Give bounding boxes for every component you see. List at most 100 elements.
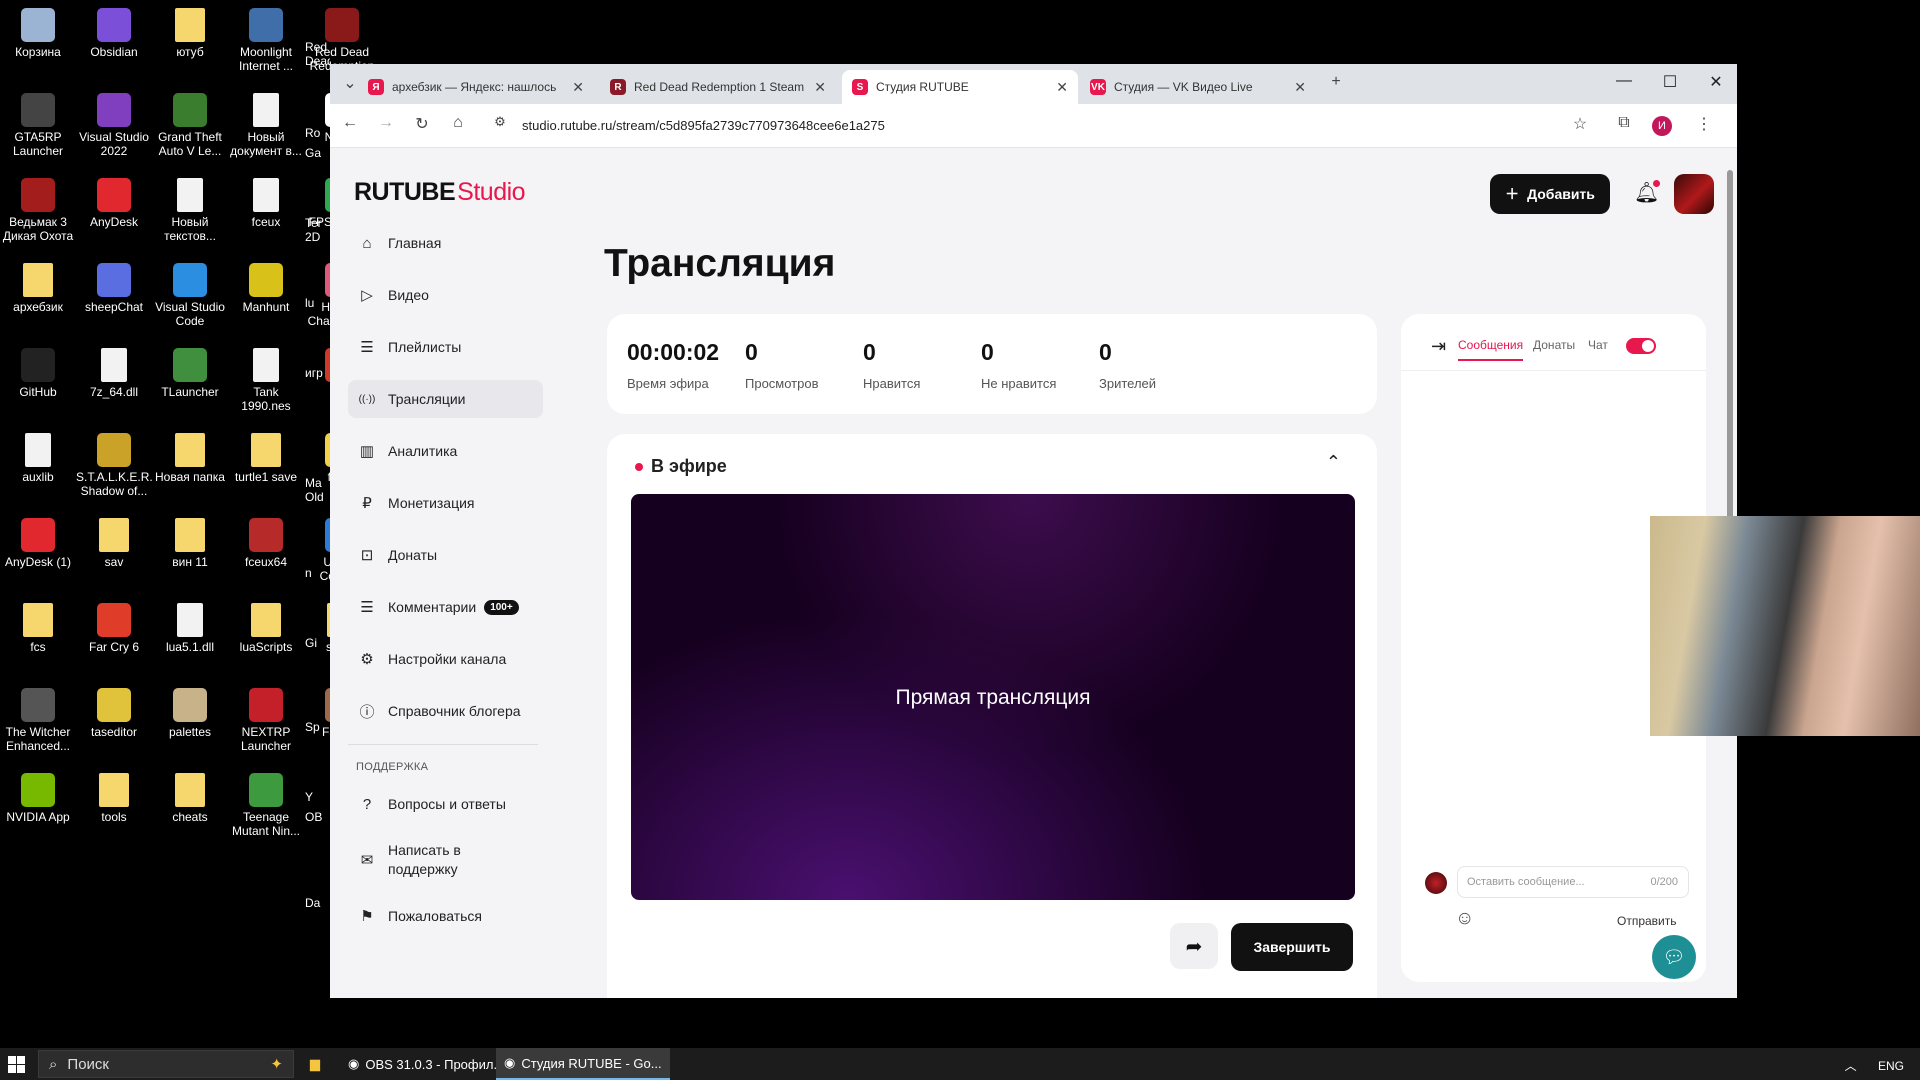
taskbar-app[interactable]: ◉ OBS 31.0.3 - Профил... [340, 1048, 512, 1080]
desktop-icon[interactable]: 7z_64.dll [76, 348, 152, 399]
site-settings-icon[interactable]: ⚙ [488, 114, 512, 130]
tab-chat[interactable]: Чат [1588, 338, 1608, 352]
browser-tab[interactable]: R Red Dead Redemption 1 Steam ✕ [600, 70, 836, 104]
desktop-icon[interactable]: luaScripts [228, 603, 304, 654]
desktop-icon[interactable]: Новый текстов... [152, 178, 228, 243]
desktop-icon[interactable]: Visual Studio Code [152, 263, 228, 328]
desktop-icon[interactable]: архебзик [0, 263, 76, 314]
bookmark-star-icon[interactable]: ☆ [1568, 114, 1592, 134]
desktop-icon[interactable]: fcs [0, 603, 76, 654]
desktop-icon[interactable]: sheepChat [76, 263, 152, 314]
sidebar-item-faq[interactable]: ? Вопросы и ответы [348, 785, 543, 823]
desktop-icon[interactable]: fceux [228, 178, 304, 229]
forward-icon[interactable]: → [374, 114, 398, 132]
back-icon[interactable]: ← [338, 114, 362, 132]
desktop-icon[interactable]: The Witcher Enhanced... [0, 688, 76, 753]
browser-tab[interactable]: S Студия RUTUBE ✕ [842, 70, 1078, 104]
add-button[interactable]: ＋ Добавить [1490, 174, 1610, 214]
desktop-icon[interactable]: GTA5RP Launcher [0, 93, 76, 158]
sidebar-item-video[interactable]: ▷ Видео [348, 276, 543, 314]
desktop-icon[interactable]: sav [76, 518, 152, 569]
taskbar-search[interactable]: ⌕ Поиск ✦ [38, 1050, 294, 1078]
taskbar-app[interactable]: ◉ Студия RUTUBE - Go... [496, 1048, 670, 1080]
desktop-icon[interactable]: palettes [152, 688, 228, 739]
sidebar-item-blogger-guide[interactable]: ⓘ Справочник блогера [348, 692, 543, 730]
desktop-icon[interactable]: cheats [152, 773, 228, 824]
browser-tab[interactable]: Яархебзик — Яндекс: нашлось ✕ [358, 70, 594, 104]
sidebar-item-playlists[interactable]: ☰ Плейлисты [348, 328, 543, 366]
desktop-icon[interactable]: auxlib [0, 433, 76, 484]
browser-menu-icon[interactable]: ⋮ [1692, 114, 1716, 134]
desktop-icon[interactable]: GitHub [0, 348, 76, 399]
sidebar-item-home[interactable]: ⌂ Главная [348, 224, 543, 262]
reload-icon[interactable]: ↻ [410, 114, 434, 134]
extensions-icon[interactable]: ⧉ [1612, 114, 1636, 132]
desktop-icon[interactable]: AnyDesk [76, 178, 152, 229]
finish-stream-button[interactable]: Завершить [1231, 923, 1353, 971]
desktop-icon[interactable]: AnyDesk (1) [0, 518, 76, 569]
desktop-icon[interactable]: вин 11 [152, 518, 228, 569]
tab-messages[interactable]: Сообщения [1458, 338, 1524, 361]
desktop-icon[interactable]: fceux64 [228, 518, 304, 569]
desktop-icon[interactable]: Новая папка [152, 433, 228, 484]
emoji-icon[interactable]: ☺ [1455, 908, 1474, 930]
desktop-icon[interactable]: Grand Theft Auto V Le... [152, 93, 228, 158]
close-tab-icon[interactable]: ✕ [1294, 79, 1306, 96]
close-window-icon[interactable]: ✕ [1704, 72, 1728, 92]
sidebar-item-write-support[interactable]: ✉ Написать в поддержку [348, 837, 543, 883]
desktop-icon[interactable]: lua5.1.dll [152, 603, 228, 654]
rutube-studio-logo[interactable]: RUTUBEStudio [354, 178, 526, 207]
sidebar-item-analytics[interactable]: ▥ Аналитика [348, 432, 543, 470]
stream-player[interactable]: Прямая трансляция [631, 494, 1355, 900]
scrollbar-thumb[interactable] [1727, 170, 1733, 520]
windows-start-icon[interactable] [8, 1056, 25, 1073]
new-tab-button[interactable]: + [1324, 73, 1348, 91]
minimize-icon[interactable]: — [1612, 72, 1636, 90]
help-chat-icon[interactable]: 💬︎ [1652, 935, 1696, 979]
desktop-icon[interactable]: Новый документ в... [228, 93, 304, 158]
language-indicator[interactable]: ENG [1878, 1059, 1904, 1073]
desktop-icon[interactable]: Manhunt [228, 263, 304, 314]
sidebar-item-channel-settings[interactable]: ⚙ Настройки канала [348, 640, 543, 678]
browser-tab[interactable]: VK Студия — VK Видео Live ✕ [1080, 70, 1316, 104]
close-tab-icon[interactable]: ✕ [814, 79, 826, 96]
collapse-chevron-up-icon[interactable]: ⌃ [1326, 452, 1341, 473]
desktop-icon[interactable]: taseditor [76, 688, 152, 739]
desktop-icon[interactable]: tools [76, 773, 152, 824]
chat-toggle[interactable] [1626, 338, 1656, 354]
tab-donations[interactable]: Донаты [1533, 338, 1575, 352]
desktop-icon[interactable]: Tank 1990.nes [228, 348, 304, 413]
channel-avatar[interactable] [1674, 174, 1714, 214]
desktop-icon[interactable]: turtle1 save [228, 433, 304, 484]
desktop-icon[interactable]: ютуб [152, 8, 228, 59]
desktop-icon[interactable]: Moonlight Internet ... [228, 8, 304, 73]
desktop-icon[interactable]: Far Cry 6 [76, 603, 152, 654]
sidebar-item-streams[interactable]: ((·)) Трансляции [348, 380, 543, 418]
desktop-icon[interactable]: TLauncher [152, 348, 228, 399]
share-button[interactable]: ➦ [1170, 923, 1218, 969]
desktop-icon[interactable]: Obsidian [76, 8, 152, 59]
home-icon[interactable]: ⌂ [446, 114, 470, 132]
desktop-icon[interactable]: NVIDIA App [0, 773, 76, 824]
sidebar-item-monetization[interactable]: ₽ Монетизация [348, 484, 543, 522]
sidebar-item-donations[interactable]: ⊡ Донаты [348, 536, 543, 574]
file-explorer-icon[interactable]: ▆ [302, 1048, 328, 1080]
desktop-icon[interactable]: Корзина [0, 8, 76, 59]
close-tab-icon[interactable]: ✕ [1056, 79, 1068, 96]
sidebar-item-report[interactable]: ⚑ Пожаловаться [348, 897, 543, 935]
tray-chevron-icon[interactable]: ︿ [1845, 1059, 1857, 1073]
sidebar-item-comments[interactable]: ☰ Комментарии 100+ [348, 588, 543, 626]
desktop-icon[interactable]: Ведьмак 3 Дикая Охота [0, 178, 76, 243]
maximize-icon[interactable]: ☐ [1658, 72, 1682, 92]
chat-message-input[interactable]: Оставить сообщение... 0/200 [1457, 866, 1689, 898]
desktop-icon[interactable]: Visual Studio 2022 [76, 93, 152, 158]
close-tab-icon[interactable]: ✕ [572, 79, 584, 96]
url-field[interactable]: studio.rutube.ru/stream/c5d895fa2739c770… [522, 118, 885, 133]
desktop-icon[interactable]: S.T.A.L.K.E.R. Shadow of... [76, 433, 153, 498]
collapse-panel-icon[interactable]: ⇥ [1431, 336, 1446, 357]
desktop-icon[interactable]: NEXTRP Launcher [228, 688, 304, 753]
desktop-icon[interactable]: Teenage Mutant Nin... [228, 773, 304, 838]
browser-profile-avatar[interactable]: И [1652, 116, 1672, 136]
send-button[interactable]: Отправить [1617, 914, 1677, 928]
notifications-bell-icon[interactable]: 🔔︎ [1634, 180, 1661, 205]
